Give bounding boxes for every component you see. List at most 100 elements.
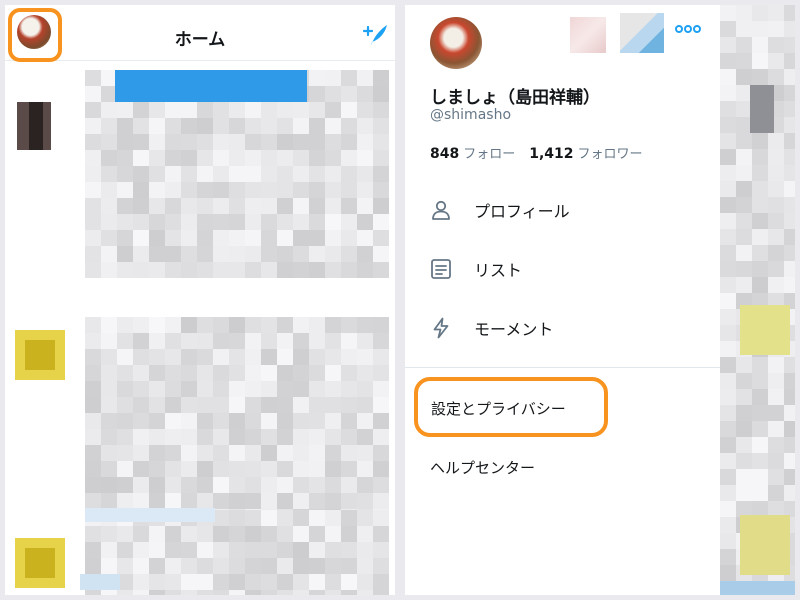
mosaic-block	[85, 198, 101, 214]
mosaic-block	[101, 230, 117, 246]
mosaic-block	[373, 510, 389, 526]
compose-tweet-icon[interactable]	[358, 23, 388, 49]
mosaic-block	[768, 421, 784, 437]
mosaic-block	[752, 261, 768, 277]
mosaic-block	[768, 213, 784, 229]
mosaic-block	[373, 526, 389, 542]
mosaic-block	[293, 317, 309, 333]
mosaic-block	[720, 21, 736, 37]
mosaic-block	[373, 150, 389, 166]
mosaic-block	[181, 526, 197, 542]
mosaic-block	[261, 230, 277, 246]
mosaic-block	[181, 246, 197, 262]
mosaic-block	[752, 389, 768, 405]
mosaic-block	[357, 365, 373, 381]
mosaic-block	[117, 590, 133, 595]
menu-item-moments[interactable]: モーメント	[430, 313, 700, 343]
mosaic-block	[277, 246, 293, 262]
followers-link[interactable]: 1,412 フォロワー	[529, 146, 642, 162]
mosaic-block	[229, 477, 245, 493]
mosaic-block	[261, 558, 277, 574]
drawer-avatar[interactable]	[430, 17, 482, 69]
other-account-avatar[interactable]	[620, 13, 664, 53]
mosaic-block	[197, 198, 213, 214]
help-center-item[interactable]: ヘルプセンター	[430, 457, 535, 478]
mosaic-block	[197, 365, 213, 381]
mosaic-block	[293, 102, 309, 118]
menu-item-lists[interactable]: リスト	[430, 254, 700, 284]
page-title: ホーム	[174, 30, 226, 50]
mosaic-block	[736, 197, 752, 213]
mosaic-block	[784, 373, 795, 389]
more-horizontal-icon[interactable]	[675, 23, 701, 35]
mosaic-block	[85, 150, 101, 166]
mosaic-block	[101, 493, 117, 509]
mosaic-block	[149, 262, 165, 278]
mosaic-block	[309, 86, 325, 102]
dimmed-timeline-edge[interactable]	[720, 5, 795, 595]
mosaic-block	[277, 381, 293, 397]
mosaic-block	[357, 349, 373, 365]
mosaic-block	[325, 574, 341, 590]
mosaic-block	[261, 198, 277, 214]
mosaic-block	[181, 349, 197, 365]
mosaic-block	[85, 214, 101, 230]
mosaic-block	[181, 365, 197, 381]
mosaic-block	[309, 182, 325, 198]
mosaic-block	[213, 262, 229, 278]
mosaic-block	[293, 445, 309, 461]
other-account-avatar[interactable]	[570, 17, 606, 53]
mosaic-block	[101, 542, 117, 558]
mosaic-block	[293, 477, 309, 493]
mosaic-block	[117, 182, 133, 198]
mosaic-block	[181, 150, 197, 166]
mosaic-block	[165, 166, 181, 182]
mosaic-block	[325, 102, 341, 118]
mosaic-block	[373, 590, 389, 595]
mosaic-block	[245, 526, 261, 542]
mosaic-block	[229, 198, 245, 214]
mosaic-block	[325, 317, 341, 333]
mosaic-block	[197, 118, 213, 134]
mosaic-block	[165, 230, 181, 246]
mosaic-block	[768, 149, 784, 165]
mosaic-block	[720, 245, 736, 261]
mosaic-block	[243, 70, 259, 102]
mosaic-block	[277, 413, 293, 429]
mosaic-block	[149, 590, 165, 595]
mosaic-block	[277, 333, 293, 349]
mosaic-block	[245, 198, 261, 214]
mosaic-block	[341, 150, 357, 166]
mosaic-block	[165, 413, 181, 429]
mosaic-block	[149, 542, 165, 558]
mosaic-block	[149, 493, 165, 509]
mosaic-block	[245, 461, 261, 477]
mosaic-block	[197, 262, 213, 278]
mosaic-block	[309, 166, 325, 182]
mosaic-block	[229, 413, 245, 429]
mosaic-block	[293, 230, 309, 246]
mosaic-block	[325, 365, 341, 381]
mosaic-block	[341, 445, 357, 461]
mosaic-block	[261, 150, 277, 166]
mosaic-block	[341, 333, 357, 349]
mosaic-block	[784, 85, 795, 101]
mosaic-block	[197, 381, 213, 397]
following-link[interactable]: 848 フォロー	[430, 146, 515, 162]
mosaic-block	[752, 421, 768, 437]
profile-name[interactable]: しましょ（島田祥輔）	[430, 83, 600, 108]
mosaic-block	[341, 166, 357, 182]
mosaic-block	[373, 246, 389, 262]
mosaic-block	[197, 574, 213, 590]
mosaic-block	[720, 37, 736, 53]
mosaic-block	[181, 118, 197, 134]
mosaic-block	[293, 542, 309, 558]
mosaic-block	[736, 149, 752, 165]
menu-item-profile[interactable]: プロフィール	[430, 195, 700, 225]
mosaic-block	[373, 493, 389, 509]
mosaic-block	[325, 182, 341, 198]
settings-privacy-item[interactable]: 設定とプライバシー	[414, 377, 608, 437]
mosaic-block	[245, 118, 261, 134]
mosaic-block	[736, 261, 752, 277]
mosaic-block	[245, 365, 261, 381]
